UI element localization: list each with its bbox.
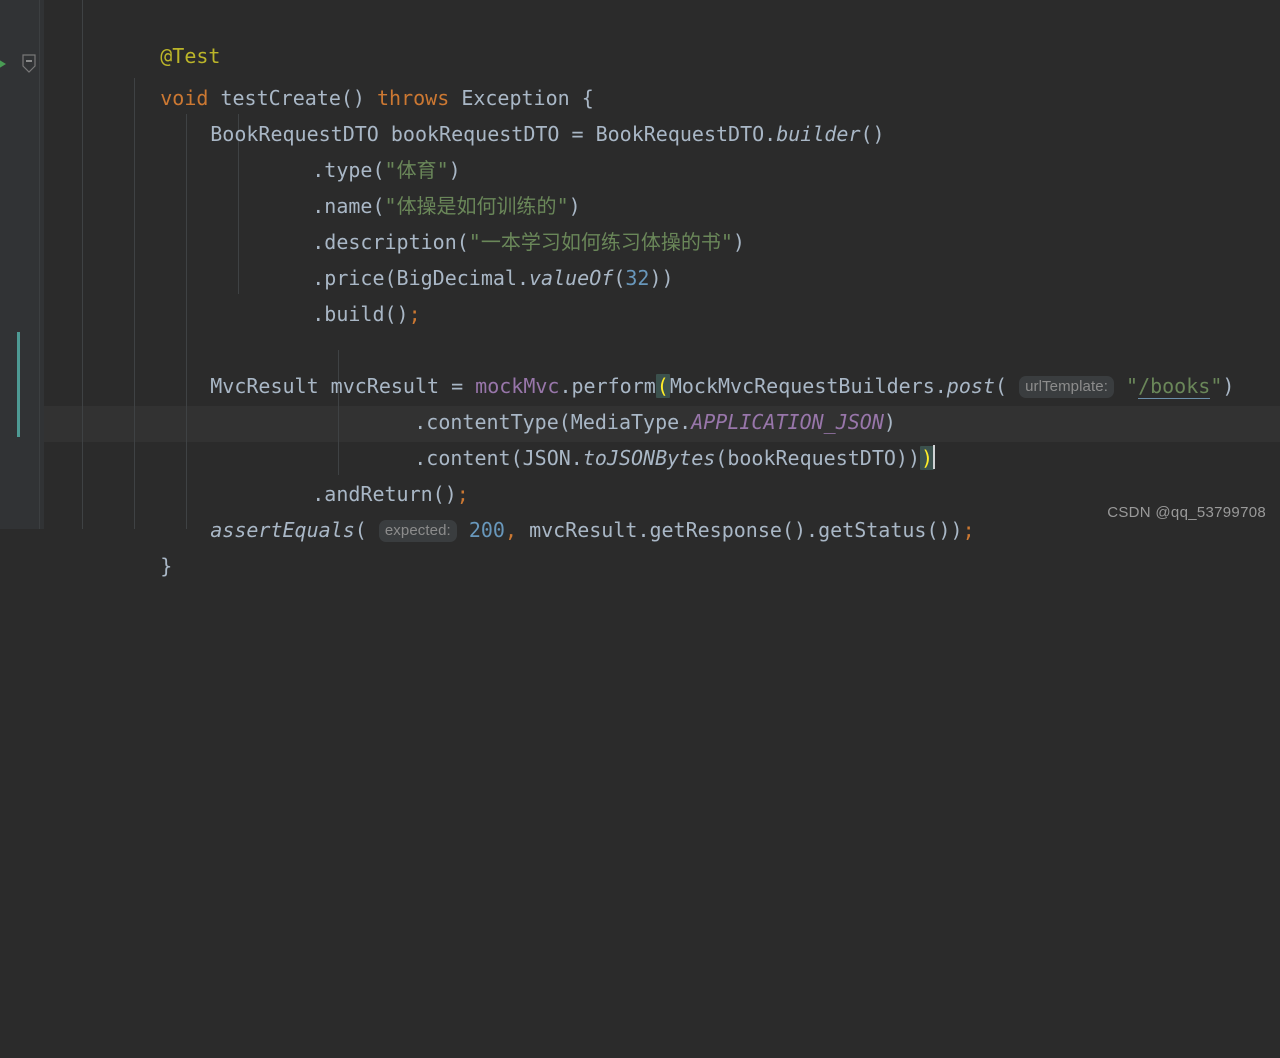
- parens: (): [860, 122, 885, 146]
- code-line[interactable]: .build();: [240, 260, 420, 326]
- code-line[interactable]: void testCreate() throws Exception {: [88, 44, 594, 110]
- csdn-watermark: CSDN @qq_53799708: [1107, 504, 1266, 521]
- inlay-hint-urltemplate: urlTemplate:: [1019, 376, 1114, 398]
- method-getstatus: .getStatus: [806, 518, 927, 542]
- paren-open: (: [510, 446, 523, 470]
- type-mvcresult: MvcResult: [210, 374, 319, 398]
- semicolon: ;: [408, 302, 421, 326]
- var-bookrequestdto-arg: bookRequestDTO: [727, 446, 896, 470]
- method-getresponse: .getResponse: [637, 518, 782, 542]
- code-line[interactable]: .type("体育"): [240, 116, 460, 182]
- method-build: .build: [312, 302, 385, 326]
- dot: .: [570, 446, 583, 470]
- code-line[interactable]: .name("体操是如何训练的"): [240, 152, 580, 218]
- code-line[interactable]: BookRequestDTO bookRequestDTO = BookRequ…: [138, 80, 884, 146]
- code-editor[interactable]: @Test void testCreate() throws Exception…: [0, 0, 1280, 578]
- method-valueof: valueOf: [529, 266, 614, 290]
- method-assertequals: assertEquals: [210, 518, 355, 542]
- type-bookrequestdto-2: BookRequestDTO: [595, 122, 765, 146]
- method-post: post: [946, 374, 995, 398]
- paren-close: )): [895, 446, 921, 470]
- parens: (): [781, 518, 807, 542]
- string-quote-close: ": [1210, 374, 1223, 398]
- number-32: 32: [625, 266, 650, 290]
- paren-open: (: [354, 518, 379, 542]
- code-line[interactable]: MvcResult mvcResult = mockMvc.perform(Mo…: [138, 332, 1234, 399]
- paren-open-2: (: [715, 446, 728, 470]
- assign: =: [559, 122, 596, 146]
- paren-open-2: (: [613, 266, 626, 290]
- inlay-hint-expected: expected:: [378, 520, 457, 542]
- parens: (): [384, 302, 409, 326]
- string-quote-open: ": [1126, 374, 1139, 398]
- code-line[interactable]: .price(BigDecimal.valueOf(32)): [240, 224, 673, 290]
- matching-brace-close: ): [920, 446, 935, 470]
- dot: .: [934, 374, 947, 398]
- method-builder: builder: [776, 122, 861, 146]
- code-line[interactable]: @Test: [88, 2, 220, 68]
- url-reference-books[interactable]: /books: [1138, 374, 1211, 399]
- code-line[interactable]: }: [88, 512, 172, 578]
- type-json: JSON: [522, 446, 571, 470]
- dot: .: [764, 122, 777, 146]
- number-200: 200: [468, 518, 505, 542]
- code-line[interactable]: .contentType(MediaType.APPLICATION_JSON): [342, 368, 896, 434]
- code-line[interactable]: .description("一本学习如何练习体操的书"): [240, 188, 745, 254]
- parens-2: ()): [926, 518, 963, 542]
- code-line[interactable]: .content(JSON.toJSONBytes(bookRequestDTO…: [342, 404, 936, 470]
- paren-close: ): [1222, 374, 1235, 398]
- paren-close: ): [732, 230, 745, 254]
- dot: .: [516, 266, 530, 290]
- paren-close: )): [649, 266, 674, 290]
- code-line[interactable]: .andReturn();: [240, 440, 469, 506]
- text-caret: [933, 445, 936, 469]
- paren-open: (: [994, 374, 1020, 398]
- method-tojsonbytes: toJSONBytes: [582, 446, 716, 470]
- string-quote-close: ": [720, 230, 733, 254]
- close-brace: }: [160, 554, 173, 578]
- code-content[interactable]: @Test void testCreate() throws Exception…: [0, 0, 1280, 578]
- var-mvcresult-ref: mvcResult: [529, 518, 638, 542]
- comma: ,: [504, 518, 518, 542]
- code-line[interactable]: assertEquals( expected: 200, mvcResult.g…: [138, 476, 975, 542]
- semicolon: ;: [962, 518, 975, 542]
